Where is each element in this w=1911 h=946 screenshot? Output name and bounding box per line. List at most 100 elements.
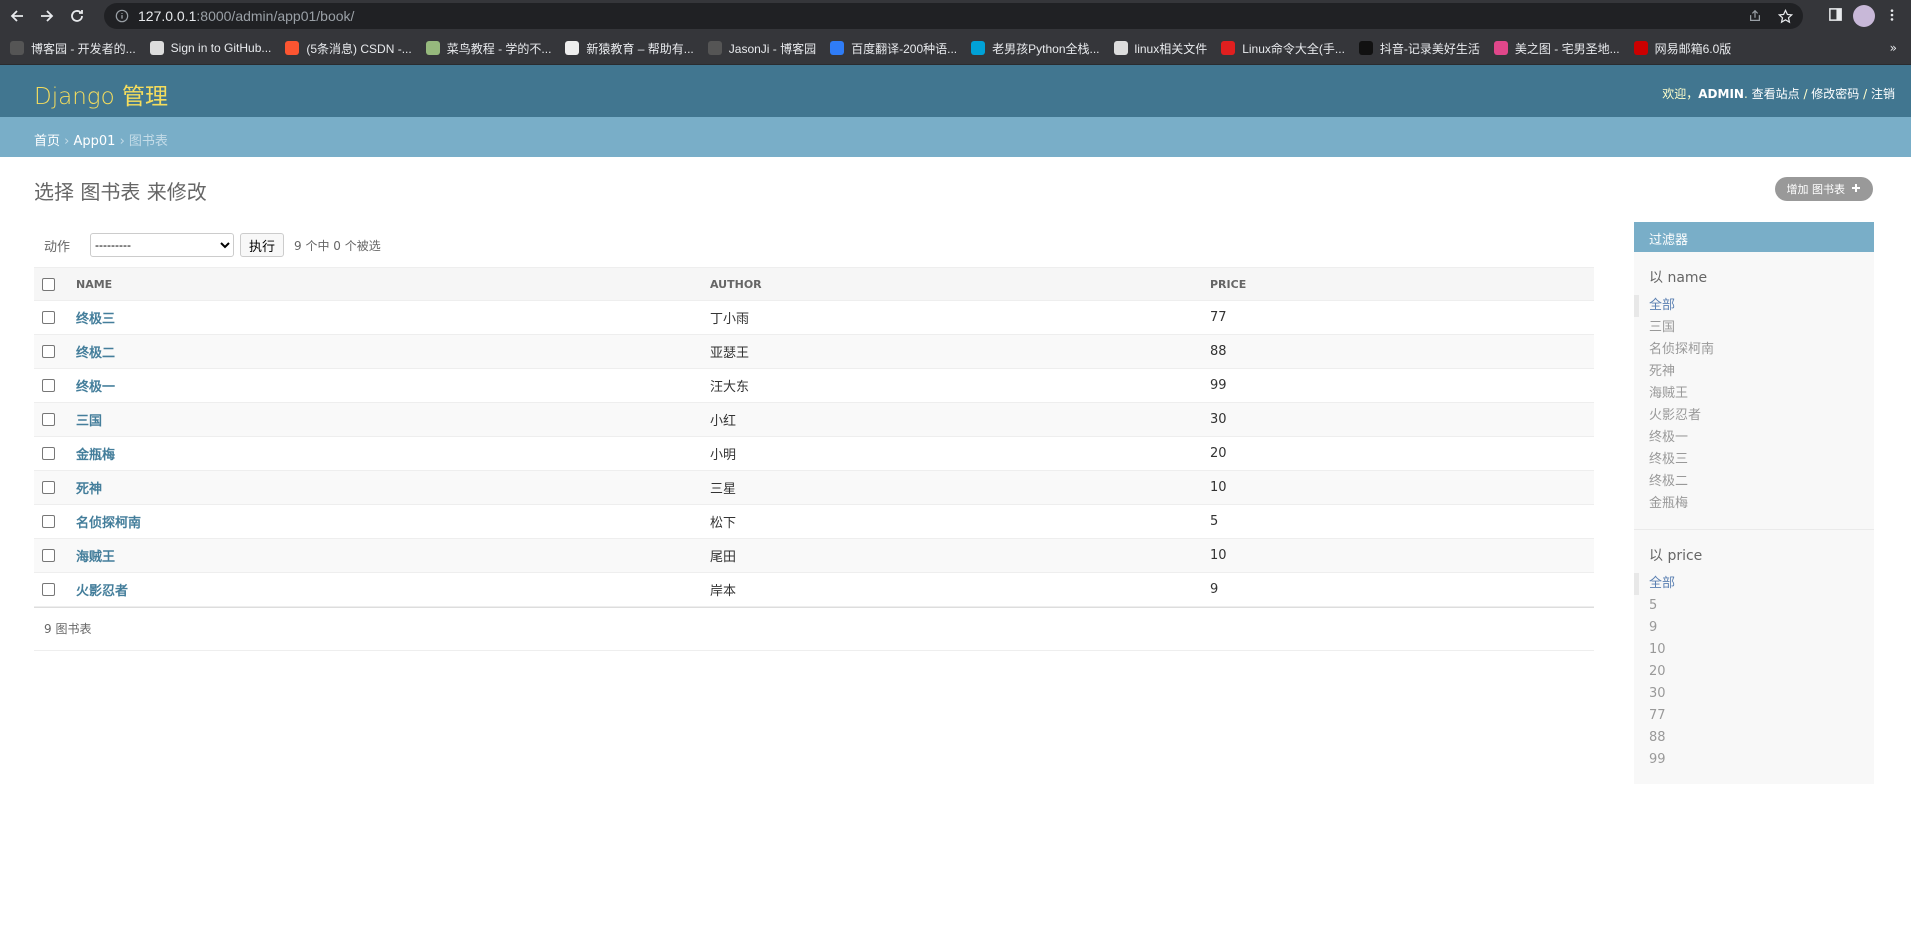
row-checkbox[interactable]: [42, 345, 55, 358]
book-name-link[interactable]: 终极一: [76, 380, 115, 395]
bookmark-favicon-icon: [1358, 41, 1373, 55]
row-select-cell: [34, 368, 68, 403]
filter-option[interactable]: 88: [1649, 727, 1874, 749]
column-label: PRICE: [1210, 277, 1247, 291]
row-checkbox[interactable]: [42, 379, 55, 392]
price-cell: 10: [1202, 538, 1594, 573]
book-name-link[interactable]: 终极二: [76, 346, 115, 361]
filter-option[interactable]: 9: [1649, 617, 1874, 639]
book-name-link[interactable]: 金瓶梅: [76, 448, 115, 463]
action-select[interactable]: ---------: [90, 233, 235, 257]
filter-option[interactable]: 全部: [1634, 573, 1874, 595]
bookmark-item[interactable]: Sign in to GitHub...: [149, 41, 271, 55]
filter-option[interactable]: 5: [1649, 595, 1874, 617]
filter-option[interactable]: 30: [1649, 683, 1874, 705]
filter-option[interactable]: 全部: [1634, 295, 1874, 317]
book-name-link[interactable]: 名侦探柯南: [76, 516, 141, 531]
book-name-link[interactable]: 火影忍者: [76, 584, 128, 599]
menu-dots-icon[interactable]: [1885, 7, 1899, 26]
filter-option[interactable]: 77: [1649, 705, 1874, 727]
add-book-button[interactable]: 增加 图书表: [1774, 177, 1873, 201]
filter-option[interactable]: 99: [1649, 749, 1874, 771]
breadcrumb-home[interactable]: 首页: [34, 134, 60, 149]
bookmark-item[interactable]: 菜鸟教程 - 学的不...: [425, 40, 551, 57]
row-checkbox[interactable]: [42, 311, 55, 324]
breadcrumb-separator: ›: [115, 134, 129, 149]
filter-option[interactable]: 10: [1649, 639, 1874, 661]
url-path: :8000/admin/app01/book/: [196, 8, 355, 24]
site-branding[interactable]: Django 管理: [34, 77, 168, 111]
address-bar[interactable]: 127.0.0.1:8000/admin/app01/book/: [104, 3, 1803, 29]
bookmark-item[interactable]: (5条消息) CSDN -...: [285, 40, 412, 57]
price-cell: 30: [1202, 402, 1594, 437]
separator: /: [1799, 87, 1812, 101]
name-cell: 名侦探柯南: [68, 504, 702, 539]
select-all-checkbox[interactable]: [42, 277, 55, 291]
table-row: 终极二 亚瑟王 88: [34, 334, 1594, 369]
bookmark-favicon-icon: [565, 41, 580, 55]
price-cell: 10: [1202, 470, 1594, 505]
filter-option[interactable]: 终极一: [1649, 427, 1874, 449]
book-name-link[interactable]: 死神: [76, 482, 102, 497]
bookmark-favicon-icon: [425, 41, 440, 55]
bookmarks-overflow-button[interactable]: »: [1890, 41, 1897, 55]
bookmark-item[interactable]: 网易邮箱6.0版: [1633, 40, 1731, 57]
row-checkbox[interactable]: [42, 549, 55, 562]
filter-option[interactable]: 火影忍者: [1649, 405, 1874, 427]
price-cell: 88: [1202, 334, 1594, 369]
column-header-name[interactable]: NAME: [68, 267, 702, 301]
row-checkbox[interactable]: [42, 481, 55, 494]
column-header-author[interactable]: AUTHOR: [702, 267, 1202, 301]
site-info-icon[interactable]: [114, 8, 130, 24]
column-header-price[interactable]: PRICE: [1202, 267, 1594, 301]
filter-option[interactable]: 三国: [1649, 317, 1874, 339]
bookmark-item[interactable]: 美之图 - 宅男圣地...: [1493, 40, 1620, 57]
bookmark-item[interactable]: 老男孩Python全栈...: [971, 40, 1100, 57]
change-password-link[interactable]: 修改密码: [1811, 87, 1859, 101]
bookmark-label: JasonJi - 博客园: [728, 41, 817, 56]
filter-option[interactable]: 金瓶梅: [1649, 493, 1874, 515]
book-name-link[interactable]: 三国: [76, 414, 102, 429]
row-checkbox[interactable]: [42, 583, 55, 596]
forward-icon[interactable]: [34, 3, 60, 29]
bookmark-item[interactable]: 新猿教育 – 帮助有...: [565, 40, 694, 57]
back-icon[interactable]: [4, 3, 30, 29]
row-select-cell: [34, 504, 68, 539]
bookmark-item[interactable]: JasonJi - 博客园: [707, 40, 817, 57]
row-checkbox[interactable]: [42, 413, 55, 426]
logout-link[interactable]: 注销: [1871, 87, 1895, 101]
add-book-label: 增加 图书表: [1786, 183, 1846, 196]
row-select-cell: [34, 470, 68, 505]
bookmark-item[interactable]: 博客园 - 开发者的...: [10, 40, 136, 57]
filter-option[interactable]: 20: [1649, 661, 1874, 683]
run-action-button[interactable]: 执行: [240, 233, 285, 257]
author-cell: 三星: [702, 470, 1202, 505]
filter-option[interactable]: 名侦探柯南: [1649, 339, 1874, 361]
share-icon[interactable]: [1747, 8, 1763, 24]
row-checkbox[interactable]: [42, 515, 55, 528]
reload-icon[interactable]: [64, 3, 90, 29]
bookmark-item[interactable]: 百度翻译-200种语...: [830, 40, 957, 57]
breadcrumb-app[interactable]: App01: [73, 134, 115, 149]
bookmark-star-icon[interactable]: [1777, 8, 1793, 24]
filter-option[interactable]: 海贼王: [1649, 383, 1874, 405]
bookmark-item[interactable]: linux相关文件: [1113, 40, 1207, 57]
bookmark-item[interactable]: Linux命令大全(手...: [1221, 40, 1345, 57]
side-panel-icon[interactable]: [1828, 7, 1843, 26]
row-checkbox[interactable]: [42, 447, 55, 460]
actions-bar: 动作 --------- 执行 9 个中 0 个被选: [34, 230, 1594, 260]
bookmark-item[interactable]: 抖音-记录美好生活: [1358, 40, 1480, 57]
bookmark-favicon-icon: [1113, 41, 1128, 55]
page-title: 选择 图书表 来修改: [34, 180, 207, 204]
filter-option[interactable]: 死神: [1649, 361, 1874, 383]
row-select-cell: [34, 538, 68, 573]
filter-option[interactable]: 终极二: [1649, 471, 1874, 493]
profile-avatar[interactable]: [1853, 5, 1875, 27]
author-cell: 丁小雨: [702, 300, 1202, 335]
book-name-link[interactable]: 终极三: [76, 312, 115, 327]
view-site-link[interactable]: 查看站点: [1752, 87, 1800, 101]
filter-option[interactable]: 终极三: [1649, 449, 1874, 471]
price-cell: 9: [1202, 572, 1594, 607]
book-name-link[interactable]: 海贼王: [76, 550, 115, 565]
bookmark-label: 抖音-记录美好生活: [1379, 41, 1480, 56]
